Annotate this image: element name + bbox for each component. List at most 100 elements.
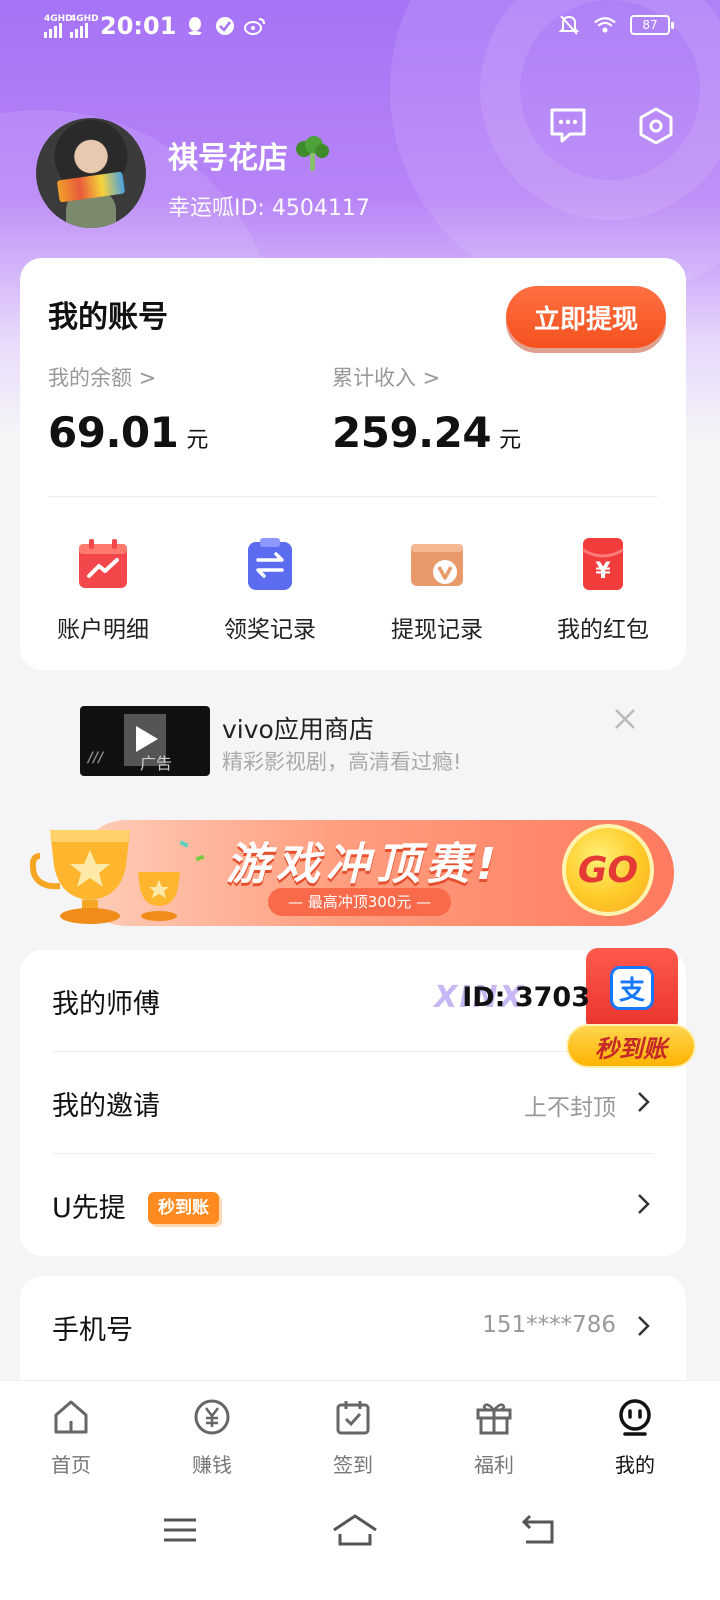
- settings-button[interactable]: [634, 104, 678, 148]
- close-icon: [615, 709, 635, 729]
- banner-title: 游戏冲顶赛!: [226, 839, 503, 890]
- trophy-icon: [30, 830, 205, 924]
- back-icon: [521, 1514, 554, 1544]
- balance-label: 我的余额 >: [48, 366, 157, 390]
- chevron-right-icon: [638, 1092, 650, 1112]
- my-red-envelope-button[interactable]: ¥ 我的红包: [528, 536, 678, 644]
- u-withdraw-label: U先提: [52, 1193, 126, 1224]
- master-label: 我的师傅: [52, 989, 160, 1020]
- mine-face-icon: [619, 1399, 651, 1436]
- user-name-text: 祺号花店: [168, 141, 288, 176]
- user-name: 祺号花店: [168, 133, 332, 177]
- u-withdraw-row[interactable]: U先提 秒到账: [20, 1154, 686, 1256]
- home-icon: [54, 1400, 88, 1434]
- network-type-label: 4GHD: [44, 14, 73, 24]
- chevron-right-icon: [638, 1316, 650, 1336]
- clipboard-swap-icon: [242, 536, 298, 592]
- ad-tag: 广告: [140, 754, 173, 773]
- income-amount: 259.24: [332, 408, 492, 457]
- calendar-check-icon: [336, 1401, 370, 1435]
- broccoli-icon: [296, 136, 329, 171]
- menu-nav-button[interactable]: [158, 1510, 202, 1550]
- back-nav-button[interactable]: [516, 1510, 560, 1550]
- user-id: 幸运呱ID: 4504117: [168, 196, 370, 221]
- quick-action-label: 领奖记录: [224, 617, 316, 643]
- status-time: 20:01: [100, 12, 177, 40]
- menu-list: 我的师傅 XINX ID: 3703 我的邀请 上不封顶 U先提 秒到账: [20, 950, 686, 1256]
- quick-action-label: 账户明细: [57, 617, 149, 643]
- balance-amount: 69.01: [48, 408, 179, 457]
- message-button[interactable]: [546, 104, 590, 148]
- ad-title: vivo应用商店: [222, 715, 374, 744]
- tab-label: 赚钱: [192, 1453, 232, 1477]
- settings-hexagon-icon: [639, 107, 673, 145]
- instant-arrival-badge: 秒到账: [148, 1192, 219, 1224]
- divider: [48, 496, 658, 497]
- tab-earn[interactable]: 赚钱: [162, 1397, 262, 1478]
- system-navigation-bar: [0, 1488, 720, 1600]
- menu-list-phone: 手机号 151****786: [20, 1276, 686, 1396]
- bottom-tab-bar: 首页 赚钱 签到 福利 我的: [0, 1380, 720, 1488]
- phone-label: 手机号: [52, 1315, 133, 1346]
- phone-row[interactable]: 手机号 151****786: [20, 1276, 686, 1378]
- game-contest-banner[interactable]: 游戏冲顶赛! — 最高冲顶300元 — GO: [30, 816, 680, 928]
- gift-icon: [476, 1403, 512, 1435]
- master-id-value: ID: 3703: [462, 982, 590, 1013]
- tab-label: 我的: [615, 1453, 655, 1477]
- tab-label: 福利: [474, 1453, 514, 1477]
- tab-home[interactable]: 首页: [21, 1397, 121, 1478]
- ad-banner[interactable]: /// 广告 vivo应用商店 精彩影视剧，高清看过瘾!: [80, 706, 640, 778]
- home-outline-icon: [333, 1514, 377, 1546]
- weibo-icon: [244, 15, 266, 37]
- avatar[interactable]: [36, 118, 146, 228]
- wifi-icon: [594, 14, 616, 36]
- signal-icon: 4GHD: [44, 14, 73, 38]
- battery-level: 87: [642, 18, 658, 32]
- tab-label: 签到: [333, 1453, 373, 1477]
- qq-icon: [184, 15, 206, 37]
- wallet-v-icon: [409, 536, 465, 592]
- check-circle-icon: [214, 15, 236, 37]
- ad-subtitle: 精彩影视剧，高清看过瘾!: [222, 750, 462, 774]
- prize-record-button[interactable]: 领奖记录: [195, 536, 345, 644]
- ad-logo: ///: [88, 750, 104, 766]
- tab-label: 首页: [51, 1453, 91, 1477]
- go-button[interactable]: GO: [562, 824, 654, 916]
- account-detail-button[interactable]: 账户明细: [28, 536, 178, 644]
- trend-calendar-icon: [75, 536, 131, 592]
- signal-icon: 4GHD: [70, 14, 99, 38]
- withdraw-now-button[interactable]: 立即提现: [506, 286, 666, 348]
- network-type-label: 4GHD: [70, 14, 99, 24]
- tab-mine[interactable]: 我的: [585, 1397, 685, 1478]
- phone-value: 151****786: [482, 1312, 616, 1338]
- tab-checkin[interactable]: 签到: [303, 1397, 403, 1478]
- income-block[interactable]: 累计收入 > 259.24 元: [332, 362, 521, 457]
- account-card: 我的账号 立即提现 我的余额 > 69.01 元 累计收入 > 259.24 元 账…: [20, 258, 686, 670]
- yuan-coin-icon: [194, 1399, 230, 1435]
- invite-value: 上不封顶: [524, 1095, 616, 1121]
- bell-off-icon: [558, 14, 580, 36]
- invite-label: 我的邀请: [52, 1091, 160, 1122]
- quick-action-label: 提现记录: [391, 617, 483, 643]
- home-nav-button[interactable]: [330, 1510, 380, 1550]
- message-icon: [550, 108, 586, 143]
- status-bar: 4GHD 4GHD 20:01 87: [0, 0, 720, 56]
- svg-text:¥: ¥: [595, 559, 611, 584]
- income-value: 259.24 元: [332, 408, 521, 457]
- battery-icon: 87: [630, 15, 674, 35]
- ad-thumbnail[interactable]: /// 广告: [80, 706, 210, 776]
- income-label: 累计收入 >: [332, 366, 441, 390]
- menu-lines-icon: [164, 1518, 196, 1542]
- tab-welfare[interactable]: 福利: [444, 1397, 544, 1478]
- ad-close-button[interactable]: [612, 706, 638, 732]
- floating-widget-label: 秒到账: [566, 1024, 696, 1068]
- balance-value: 69.01 元: [48, 408, 208, 457]
- balance-block[interactable]: 我的余额 > 69.01 元: [48, 362, 208, 457]
- balance-unit: 元: [186, 428, 208, 453]
- play-icon: [136, 726, 158, 752]
- account-title: 我的账号: [48, 300, 168, 335]
- banner-subtitle: — 最高冲顶300元 —: [268, 888, 452, 916]
- chevron-right-icon: [638, 1194, 650, 1214]
- withdraw-record-button[interactable]: 提现记录: [362, 536, 512, 644]
- alipay-icon: 支: [610, 966, 654, 1010]
